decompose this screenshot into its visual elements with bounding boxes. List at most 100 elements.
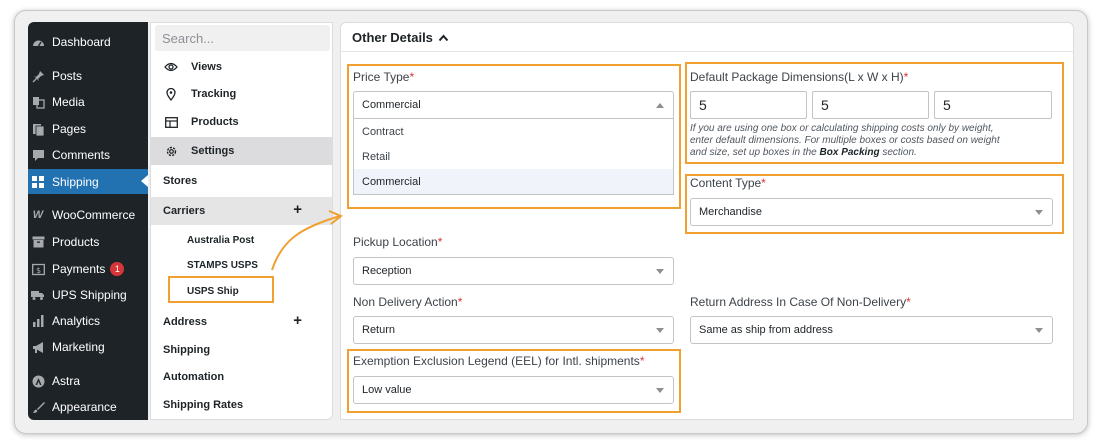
menu-label: Analytics [52, 314, 101, 328]
media-icon [31, 95, 45, 109]
subnav-item-settings[interactable]: Settings [151, 137, 332, 165]
section-divider [341, 51, 1073, 52]
subnav-shipping[interactable]: Shipping [151, 336, 332, 364]
length-input[interactable]: 5 [690, 91, 807, 119]
menu-label: Appearance [52, 400, 117, 414]
subnav-item-views[interactable]: Views [151, 54, 332, 80]
height-input[interactable]: 5 [934, 91, 1052, 119]
section-title: Other Details [352, 30, 433, 45]
carrier-australia-post[interactable]: Australia Post [187, 235, 254, 246]
dashboard-icon [31, 35, 45, 49]
non-delivery-value: Return [362, 324, 396, 336]
menu-payments[interactable]: $ Payments 1 [28, 257, 148, 281]
width-input[interactable]: 5 [812, 91, 929, 119]
subnav-item-tracking[interactable]: Tracking [151, 81, 332, 107]
subnav-automation[interactable]: Automation [151, 363, 332, 391]
price-type-select[interactable]: Commercial [353, 91, 674, 119]
caret-down-icon [656, 388, 664, 393]
menu-appearance[interactable]: Appearance [28, 395, 148, 419]
price-type-label: Price Type* [353, 70, 415, 84]
dimensions-label: Default Package Dimensions(L x W x H)* [690, 70, 909, 84]
plugin-subnav: Search... Views Tracking Products Settin… [150, 22, 333, 420]
subnav-shipping-rates[interactable]: Shipping Rates [151, 391, 332, 419]
eel-label: Exemption Exclusion Legend (EEL) for Int… [353, 354, 645, 368]
carriers-label: Carriers [163, 205, 206, 217]
dollar-icon: $ [31, 262, 45, 276]
truck-icon [31, 288, 45, 302]
subnav-carriers[interactable]: Carriers + [151, 197, 332, 225]
pin-icon [31, 69, 45, 83]
subnav-address[interactable]: Address + [151, 308, 332, 336]
subnav-item-products[interactable]: Products [151, 109, 332, 135]
menu-analytics[interactable]: Analytics [28, 309, 148, 333]
menu-comments[interactable]: Comments [28, 143, 148, 167]
megaphone-icon [31, 340, 45, 354]
menu-media[interactable]: Media [28, 90, 148, 114]
return-address-select[interactable]: Same as ship from address [690, 316, 1053, 344]
content-type-label: Content Type* [690, 176, 766, 190]
settings-panel: Other Details Price Type* Commercial Con… [340, 22, 1074, 420]
box-packing-link: Box Packing [819, 147, 880, 158]
content-type-select[interactable]: Merchandise [690, 198, 1053, 226]
brush-icon [31, 400, 45, 414]
menu-woocommerce[interactable]: W WooCommerce [28, 203, 148, 227]
menu-shipping[interactable]: Shipping [28, 169, 148, 194]
non-delivery-label: Non Delivery Action* [353, 295, 463, 309]
eye-icon [164, 62, 178, 72]
notification-badge: 1 [110, 262, 125, 276]
menu-label: UPS Shipping [52, 288, 127, 302]
menu-products[interactable]: Products [28, 230, 148, 254]
price-type-option[interactable]: Contract [354, 119, 673, 144]
subnav-stores[interactable]: Stores [151, 167, 332, 195]
menu-label: Media [52, 95, 85, 109]
subnav-label: Products [191, 116, 239, 128]
plus-icon[interactable]: + [293, 313, 302, 328]
menu-label: Astra [52, 374, 81, 388]
subnav-label: Settings [191, 145, 235, 157]
pickup-location-label: Pickup Location* [353, 235, 443, 249]
gear-icon [164, 145, 178, 158]
plus-icon[interactable]: + [293, 202, 302, 217]
menu-label: Pages [52, 122, 87, 136]
wp-admin-sidebar: Dashboard Posts Media Pages Comments Shi… [28, 22, 148, 420]
caret-down-icon [656, 269, 664, 274]
pickup-location-select[interactable]: Reception [353, 257, 674, 285]
carrier-usps-ship[interactable]: USPS Ship [187, 286, 239, 297]
caret-down-icon [1035, 210, 1043, 215]
price-type-options: Contract Retail Commercial [353, 119, 674, 195]
product-table-icon [164, 116, 178, 128]
pages-icon [31, 122, 45, 136]
price-type-option[interactable]: Commercial [354, 169, 673, 194]
eel-value: Low value [362, 384, 412, 396]
section-header[interactable]: Other Details [352, 30, 449, 45]
menu-marketing[interactable]: Marketing [28, 335, 148, 359]
non-delivery-select[interactable]: Return [353, 316, 674, 344]
archive-icon [31, 235, 45, 249]
dimensions-hint: If you are using one box or calculating … [690, 123, 1000, 158]
caret-up-icon [656, 103, 664, 108]
menu-label: Shipping [52, 174, 99, 189]
search-input[interactable]: Search... [155, 25, 330, 51]
pickup-location-value: Reception [362, 265, 412, 277]
chevron-up-icon [438, 33, 449, 41]
caret-down-icon [656, 328, 664, 333]
comment-icon [31, 148, 45, 162]
content-type-value: Merchandise [699, 206, 762, 218]
subnav-label: Views [191, 61, 222, 73]
menu-label: Posts [52, 69, 83, 83]
menu-posts[interactable]: Posts [28, 64, 148, 88]
eel-select[interactable]: Low value [353, 376, 674, 404]
caret-down-icon [1035, 328, 1043, 333]
menu-pages[interactable]: Pages [28, 117, 148, 141]
menu-dashboard[interactable]: Dashboard [28, 30, 148, 54]
menu-label: Comments [52, 148, 111, 162]
return-address-label: Return Address In Case Of Non-Delivery* [690, 295, 911, 309]
menu-label: Products [52, 235, 100, 249]
menu-ups-shipping[interactable]: UPS Shipping [28, 283, 148, 307]
menu-astra[interactable]: Astra [28, 369, 148, 393]
menu-label: WooCommerce [52, 208, 136, 222]
price-type-option[interactable]: Retail [354, 144, 673, 169]
carrier-stamps-usps[interactable]: STAMPS USPS [187, 260, 258, 271]
svg-text:$: $ [35, 266, 40, 275]
menu-label: Marketing [52, 340, 105, 354]
